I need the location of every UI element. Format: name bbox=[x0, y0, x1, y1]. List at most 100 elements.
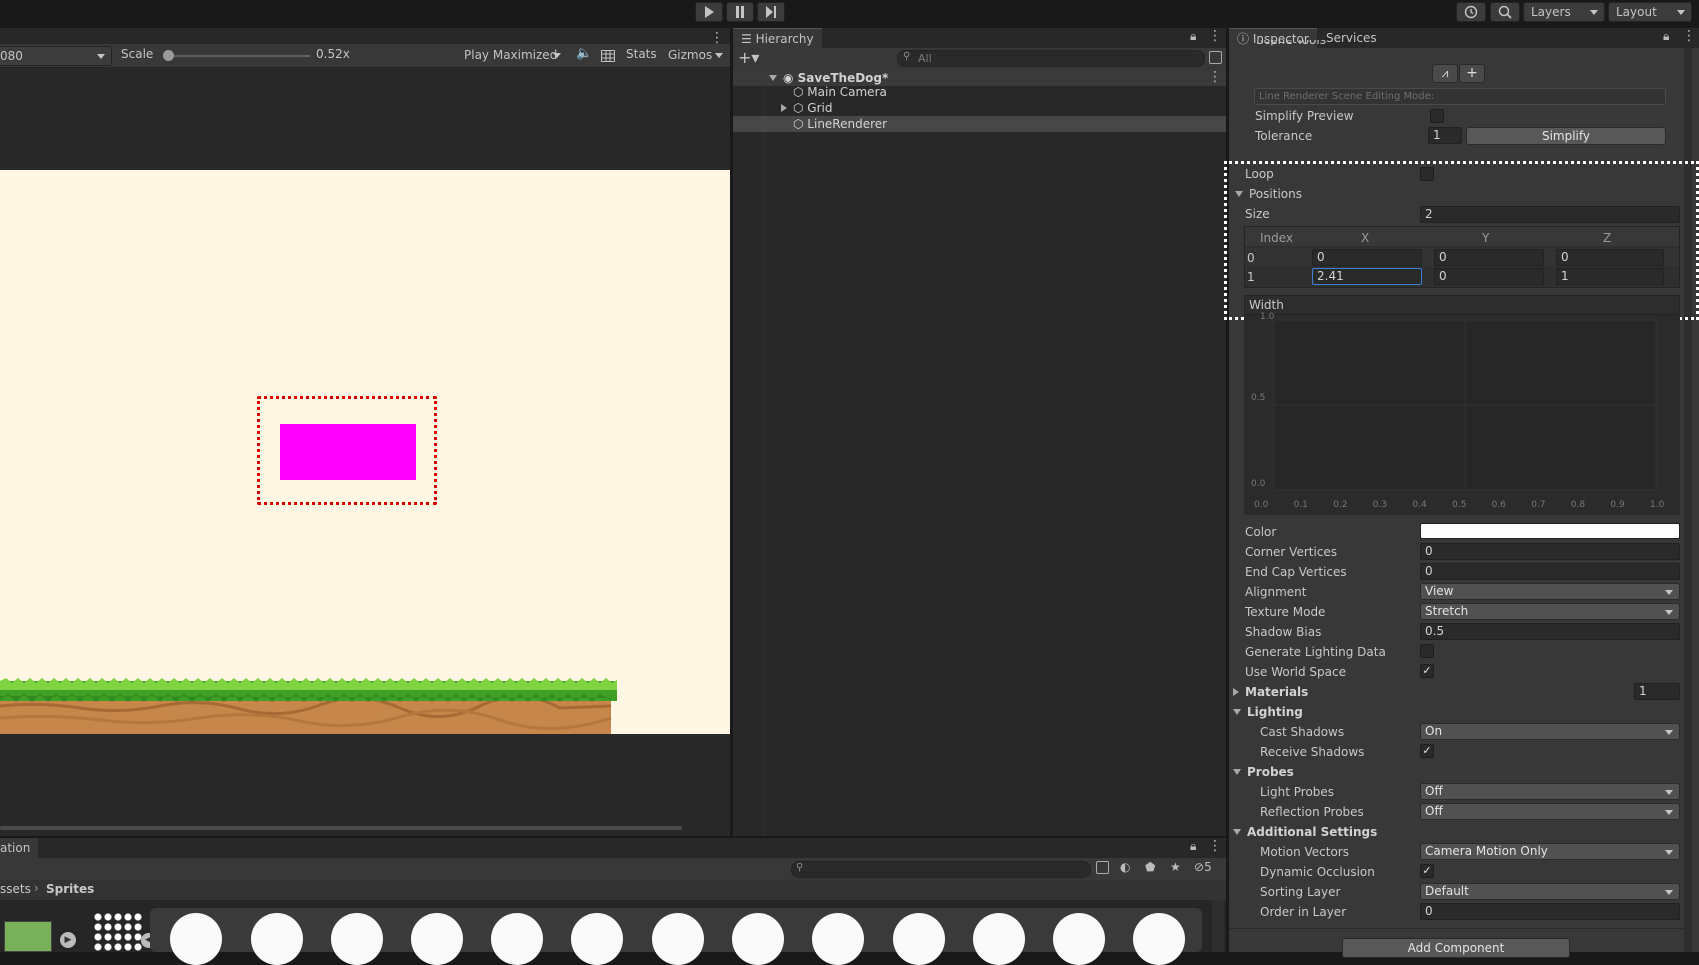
receive-shadows-checkbox[interactable]: ✓ bbox=[1420, 744, 1434, 758]
materials-count-field[interactable]: 1 bbox=[1634, 683, 1680, 700]
search-options-icon[interactable] bbox=[1096, 861, 1109, 874]
dog-sprite[interactable] bbox=[973, 913, 1025, 965]
pause-button[interactable] bbox=[726, 2, 754, 22]
breadcrumb-sprites[interactable]: Sprites bbox=[46, 882, 94, 896]
gizmos-dropdown[interactable]: Gizmos bbox=[661, 46, 729, 66]
edit-points-button[interactable]: ⩘ bbox=[1432, 64, 1458, 83]
layout-dropdown[interactable]: Layout bbox=[1608, 2, 1692, 22]
favorites-star-icon[interactable]: ★ bbox=[1170, 860, 1181, 874]
reflection-probes-dropdown[interactable]: Off bbox=[1420, 803, 1680, 820]
additional-settings-foldout[interactable]: Additional Settings bbox=[1233, 825, 1377, 839]
dog-sprite[interactable] bbox=[812, 913, 864, 965]
tileset-thumbnail[interactable] bbox=[4, 921, 52, 952]
materials-foldout[interactable]: Materials bbox=[1233, 685, 1308, 699]
project-lock-icon[interactable]: 🔒︎ bbox=[1190, 839, 1196, 854]
materials-label: Materials bbox=[1245, 685, 1309, 699]
hierarchy-indent-guide bbox=[763, 86, 764, 836]
breadcrumb-assets[interactable]: ssets bbox=[0, 882, 31, 896]
simplify-button[interactable]: Simplify bbox=[1466, 127, 1666, 145]
dog-sprite[interactable] bbox=[251, 913, 303, 965]
play-mode-dropdown[interactable]: Play Maximized bbox=[457, 46, 567, 66]
color-swatch[interactable] bbox=[1420, 523, 1680, 539]
plus-icon: + bbox=[1466, 65, 1478, 81]
cast-shadows-dropdown[interactable]: On bbox=[1420, 723, 1680, 740]
dog-sprite[interactable] bbox=[411, 913, 463, 965]
hierarchy-search-input[interactable]: All bbox=[897, 50, 1205, 67]
resolution-dropdown[interactable]: 080 bbox=[0, 46, 112, 66]
alignment-dropdown[interactable]: View bbox=[1420, 583, 1680, 600]
motion-vectors-dropdown[interactable]: Camera Motion Only bbox=[1420, 843, 1680, 860]
checkmark-icon: ✓ bbox=[1422, 664, 1432, 677]
play-preview-icon[interactable]: ▶ bbox=[60, 932, 76, 948]
dog-sprite[interactable] bbox=[571, 913, 623, 965]
scale-slider[interactable] bbox=[165, 55, 310, 57]
end-cap-vertices-field[interactable]: 0 bbox=[1420, 563, 1680, 580]
dynamic-occlusion-checkbox[interactable]: ✓ bbox=[1420, 864, 1434, 878]
project-search-input[interactable] bbox=[791, 861, 1091, 878]
expand-arrow-icon bbox=[769, 75, 777, 81]
hierarchy-item-line-renderer[interactable]: ⬡ LineRenderer bbox=[793, 116, 887, 132]
inspector-menu-icon[interactable]: ⋮ bbox=[1682, 28, 1696, 44]
texture-mode-dropdown[interactable]: Stretch bbox=[1420, 603, 1680, 620]
add-point-button[interactable]: + bbox=[1459, 64, 1485, 83]
dog-sprite[interactable] bbox=[732, 913, 784, 965]
create-plus-icon[interactable]: +▾ bbox=[738, 48, 759, 67]
game-view-scrollbar[interactable] bbox=[0, 826, 682, 830]
dog-sprite[interactable] bbox=[893, 913, 945, 965]
scale-slider-handle[interactable] bbox=[163, 50, 174, 61]
inspector-lock-icon[interactable]: 🔒︎ bbox=[1663, 29, 1669, 44]
tab-services[interactable]: Services bbox=[1318, 28, 1385, 48]
x-tick: 0.8 bbox=[1570, 500, 1586, 510]
sorting-layer-dropdown[interactable]: Default bbox=[1420, 883, 1680, 900]
lighting-foldout[interactable]: Lighting bbox=[1233, 705, 1303, 719]
tolerance-field[interactable]: 1 bbox=[1428, 127, 1462, 144]
corner-vertices-field[interactable]: 0 bbox=[1420, 543, 1680, 560]
audio-mute-icon[interactable]: 🔈 bbox=[576, 46, 592, 61]
dog-sprite[interactable] bbox=[652, 913, 704, 965]
order-in-layer-field[interactable]: 0 bbox=[1420, 903, 1680, 920]
hierarchy-item-main-camera[interactable]: ⬡ Main Camera bbox=[793, 84, 887, 100]
filter-by-label-icon[interactable]: ⬟ bbox=[1145, 860, 1155, 874]
play-button[interactable] bbox=[695, 2, 723, 22]
simplify-preview-checkbox[interactable] bbox=[1430, 109, 1444, 123]
search-button[interactable] bbox=[1490, 2, 1520, 22]
probes-foldout[interactable]: Probes bbox=[1233, 765, 1294, 779]
tab-hierarchy[interactable]: ☰ Hierarchy bbox=[733, 28, 822, 48]
y-tick: 0.5 bbox=[1251, 393, 1266, 403]
foldout-arrow-icon bbox=[1233, 688, 1239, 696]
add-component-button[interactable]: Add Component bbox=[1342, 938, 1570, 958]
order-in-layer-label: Order in Layer bbox=[1260, 905, 1347, 919]
x-tick: 0.4 bbox=[1412, 500, 1427, 510]
game-view-toolbar: 080 Scale 0.52x Play Maximized 🔈 Stats G… bbox=[0, 44, 730, 68]
project-scrollbar[interactable] bbox=[1212, 900, 1224, 952]
dog-sprite[interactable] bbox=[170, 913, 222, 965]
dog-sprite[interactable] bbox=[1053, 913, 1105, 965]
checkmark-icon: ✓ bbox=[1422, 864, 1432, 877]
dog-sprite[interactable] bbox=[491, 913, 543, 965]
hidden-packages-toggle[interactable]: ⊘5 bbox=[1194, 860, 1212, 874]
hierarchy-menu-icon[interactable]: ⋮ bbox=[1208, 28, 1222, 44]
lock-icon[interactable]: 🔒︎ bbox=[1190, 29, 1196, 44]
dog-sprite[interactable] bbox=[331, 913, 383, 965]
search-icon bbox=[1498, 5, 1512, 19]
use-world-space-checkbox[interactable]: ✓ bbox=[1420, 664, 1434, 678]
dog-spritesheet-thumbnail[interactable] bbox=[93, 912, 143, 952]
search-options-icon[interactable] bbox=[1209, 51, 1222, 64]
light-probes-dropdown[interactable]: Off bbox=[1420, 783, 1680, 800]
layers-dropdown[interactable]: Layers bbox=[1523, 2, 1605, 22]
stats-button[interactable]: Stats bbox=[626, 47, 657, 61]
tab-animation[interactable]: ation bbox=[0, 838, 39, 858]
hierarchy-item-grid[interactable]: ⬡ Grid bbox=[781, 100, 832, 116]
step-button[interactable] bbox=[757, 2, 785, 22]
scene-menu-icon[interactable]: ⋮ bbox=[1208, 69, 1222, 85]
light-probes-label: Light Probes bbox=[1260, 785, 1335, 799]
filter-by-type-icon[interactable]: ◐ bbox=[1120, 860, 1130, 874]
grid-toggle-icon[interactable] bbox=[601, 50, 615, 62]
search-icon: ⚲ bbox=[796, 862, 804, 873]
shadow-bias-field[interactable]: 0.5 bbox=[1420, 623, 1680, 640]
project-menu-icon[interactable]: ⋮ bbox=[1208, 838, 1222, 854]
history-button[interactable] bbox=[1456, 2, 1486, 22]
x-tick: 1.0 bbox=[1650, 500, 1665, 510]
dog-sprite[interactable] bbox=[1133, 913, 1185, 965]
generate-lighting-checkbox[interactable] bbox=[1420, 644, 1434, 658]
